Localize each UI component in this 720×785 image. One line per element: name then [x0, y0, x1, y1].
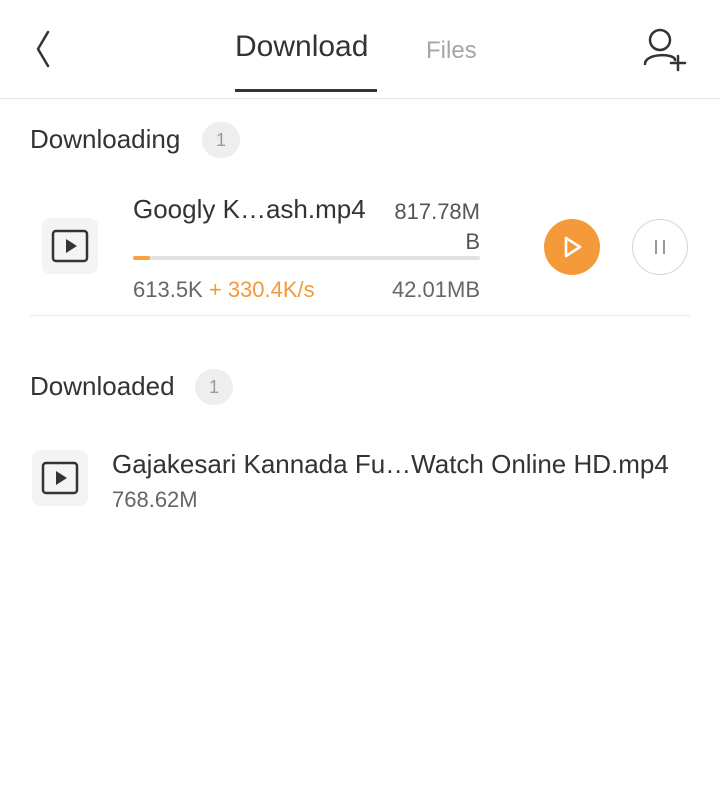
file-size: 768.62M: [112, 487, 198, 512]
file-size-line1: 817.78M: [394, 199, 480, 224]
back-button[interactable]: [30, 26, 60, 72]
remaining-size: 42.01MB: [391, 277, 480, 302]
tab-files[interactable]: Files: [426, 37, 477, 65]
play-icon: [564, 236, 582, 258]
downloaded-count-badge: 1: [195, 369, 233, 405]
download-speed: + 330.4K/s: [208, 277, 315, 302]
downloading-section-title: Downloading: [30, 124, 181, 154]
downloaded-section-title: Downloaded: [30, 371, 175, 401]
top-bar: Download Files: [0, 0, 720, 99]
play-button[interactable]: [544, 219, 600, 275]
video-file-icon: [32, 450, 88, 506]
file-size-line2: B: [465, 229, 480, 254]
add-user-button[interactable]: [640, 26, 690, 74]
section-divider: [30, 315, 690, 316]
download-progress-fill: [133, 256, 151, 260]
downloaded-amount: 613.5K: [133, 277, 203, 302]
download-progress-bar: [133, 256, 480, 260]
downloading-count-badge: 1: [202, 122, 240, 158]
pause-button[interactable]: [632, 219, 688, 275]
tab-download[interactable]: Download: [235, 30, 368, 64]
active-tab-indicator: [235, 89, 377, 92]
file-size: 817.78M B: [380, 197, 480, 257]
chevron-left-icon: [36, 30, 50, 68]
pause-icon: [655, 240, 665, 254]
file-name: Gajakesari Kannada Fu…Watch Online HD.mp…: [112, 449, 669, 479]
download-stats: 613.5K + 330.4K/s: [133, 277, 315, 303]
add-user-icon: [643, 28, 687, 72]
video-file-icon: [42, 218, 98, 274]
file-name: Googly K…ash.mp4: [133, 194, 366, 224]
